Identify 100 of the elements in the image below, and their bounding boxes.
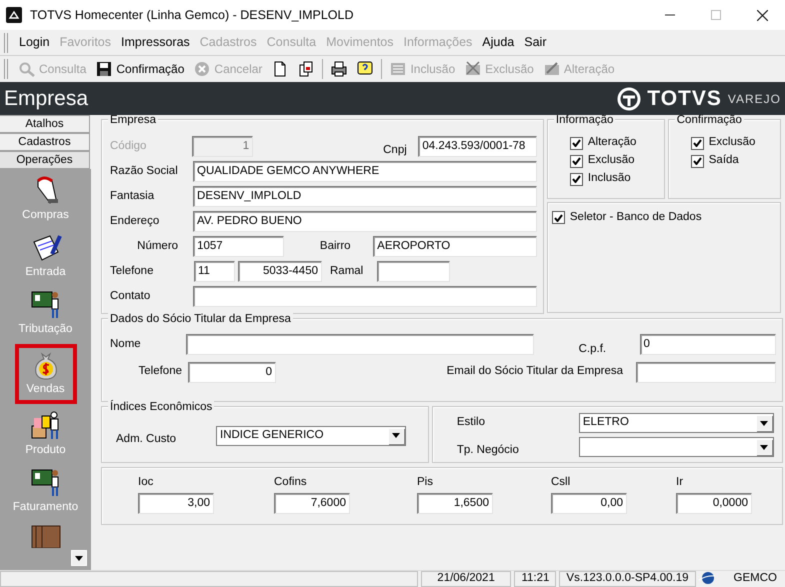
dropdown-field[interactable]: ELETRO (578, 413, 774, 433)
text-field[interactable]: 11 (194, 261, 235, 282)
text-field[interactable]: 0 (640, 334, 776, 355)
text-field[interactable]: QUALIDADE GEMCO ANYWHERE (193, 161, 537, 182)
field-label: Razão Social (110, 164, 179, 179)
check-icon (692, 157, 702, 165)
printer-icon (331, 61, 348, 77)
field-label: Ir (676, 475, 684, 490)
checkbox[interactable] (570, 136, 583, 150)
checkbox[interactable] (690, 136, 704, 150)
dropdown-value: INDICE GENERICO (220, 428, 324, 443)
field-label: Número (136, 238, 178, 254)
app-icon (6, 7, 22, 23)
checkbox-label: Exclusão (588, 153, 635, 168)
text-field[interactable]: AV. PEDRO BUENO (193, 211, 537, 232)
text-field[interactable]: 7,6000 (274, 493, 350, 514)
help-icon (357, 61, 374, 77)
text-field[interactable]: 0,0000 (676, 493, 752, 514)
field-label: Código (110, 138, 148, 154)
checkbox[interactable] (690, 154, 704, 168)
checkbox-label: Alteração (588, 135, 636, 150)
field-label: Fantasia (110, 188, 156, 204)
dropdown-button[interactable] (756, 415, 772, 431)
field-label: Nome (110, 336, 142, 352)
status-date: 21/06/2021 (420, 571, 512, 587)
presenter-icon (30, 466, 62, 499)
check-icon (554, 214, 563, 222)
caret-down-icon (760, 444, 768, 450)
window-title: TOTVS Homecenter (Linha Gemco) - DESENV_IMPLOLD (30, 6, 354, 24)
toolbar-button[interactable]: Confirmação (91, 58, 190, 80)
sidebar-tab[interactable]: Atalhos (0, 115, 90, 133)
check-icon (692, 139, 702, 147)
sidebar-tab[interactable]: Operações (0, 151, 90, 169)
dropdown-value: ELETRO (582, 415, 629, 430)
field-label: C.p.f. (578, 342, 608, 357)
new-document-icon (272, 61, 288, 77)
field-label: Adm. Custo (115, 432, 178, 447)
dropdown-button[interactable] (756, 439, 772, 455)
menu-item[interactable]: Sair (519, 33, 552, 52)
text-field[interactable] (186, 334, 534, 355)
brand-name: TOTVS (647, 86, 722, 112)
checkbox[interactable] (570, 154, 583, 168)
check-icon (572, 175, 581, 183)
menu-item[interactable]: Ajuda (477, 33, 520, 52)
field-label: Ioc (138, 475, 154, 490)
check-icon (572, 139, 581, 147)
text-field[interactable]: 04.243.593/0001-78 (418, 136, 538, 157)
field-label: Csll (551, 475, 572, 490)
field-label: Cofins (274, 475, 308, 490)
checkbox-label: Saída (708, 153, 739, 168)
field-label: Cnpj (383, 142, 408, 158)
field-label: Pis (417, 475, 434, 490)
page-title: Empresa (4, 86, 90, 112)
check-icon (572, 157, 581, 165)
documents-icon (298, 61, 314, 77)
checkbox-label: Inclusão (588, 171, 631, 186)
text-field[interactable] (636, 362, 776, 382)
caret-down-icon (75, 556, 83, 560)
checkbox-label: Seletor - Banco de Dados (570, 210, 702, 226)
field-label: Contato (110, 288, 152, 304)
text-field[interactable]: 0,00 (551, 493, 627, 514)
close-icon (756, 10, 768, 20)
menu-item[interactable]: Impressoras (116, 33, 195, 52)
field-label: Endereço (110, 214, 160, 229)
text-field[interactable]: 1,6500 (417, 493, 493, 514)
dropdown-button[interactable] (388, 428, 404, 444)
dropdown-field[interactable]: INDICE GENERICO (216, 426, 406, 446)
sidebar-tab[interactable]: Cadastros (0, 133, 90, 151)
worker-box-icon (30, 410, 62, 442)
text-field[interactable]: AEROPORTO (373, 236, 537, 257)
status-time: 11:21 (514, 571, 556, 587)
field-label: Telefone (110, 264, 154, 279)
text-field[interactable] (193, 286, 537, 307)
field-label: Telefone (138, 364, 182, 380)
text-field[interactable]: 5033-4450 (238, 261, 322, 282)
logo-icon (617, 86, 642, 110)
field-label: Tp. Negócio (456, 442, 520, 458)
checkbox[interactable] (570, 172, 583, 186)
maximize-icon (711, 10, 721, 20)
presenter-icon (30, 288, 62, 321)
caret-down-icon (392, 433, 400, 438)
globe-icon (698, 571, 715, 585)
field-label: Estilo (456, 415, 486, 430)
caret-down-icon (760, 420, 768, 426)
magnifier-icon (19, 61, 35, 77)
scroll-down-button[interactable] (71, 550, 87, 566)
field-label: Email do Sócio Titular da Empresa (446, 364, 623, 380)
checkbox[interactable] (552, 211, 565, 224)
text-field[interactable]: 0 (188, 362, 276, 382)
menu-item[interactable]: Login (14, 33, 55, 52)
text-field[interactable] (377, 261, 450, 282)
status-user: GEMCO (732, 571, 778, 586)
checkbox-label: Exclusão (708, 135, 756, 150)
text-field[interactable]: DESENV_IMPLOLD (193, 186, 537, 207)
text-field[interactable]: 1057 (193, 236, 284, 257)
dropdown-field[interactable] (578, 437, 774, 457)
status-version: Vs.123.0.0.0-SP4.00.19 (559, 571, 696, 587)
cancel-icon (194, 61, 210, 77)
text-field[interactable]: 3,00 (138, 493, 214, 514)
table-edit-icon (544, 61, 560, 77)
